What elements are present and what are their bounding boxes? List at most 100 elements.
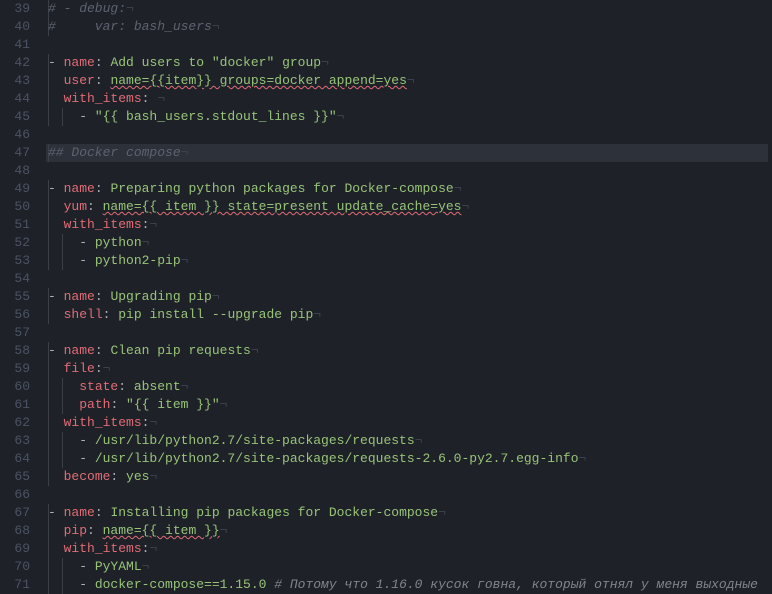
code-line[interactable]: with_items:¬ <box>46 414 768 432</box>
code-token: : <box>110 469 126 484</box>
code-token: name <box>64 343 95 358</box>
code-token: /usr/lib/python2.7/site-packages/request… <box>95 451 579 466</box>
line-number: 43 <box>6 72 30 90</box>
code-token: : <box>95 55 111 70</box>
code-line[interactable]: file:¬ <box>46 360 768 378</box>
code-token: : <box>87 523 103 538</box>
line-number: 58 <box>6 342 30 360</box>
code-token: shell <box>64 307 103 322</box>
code-token: - <box>48 235 95 250</box>
code-token: python2-pip <box>95 253 181 268</box>
code-line[interactable]: - python¬ <box>46 234 768 252</box>
code-token: ¬ <box>251 343 259 358</box>
code-line[interactable]: ## Docker compose¬ <box>46 144 768 162</box>
code-token: ¬ <box>313 307 321 322</box>
code-token: : <box>118 379 134 394</box>
code-line[interactable]: - name: Installing pip packages for Dock… <box>46 504 768 522</box>
code-line[interactable]: - name: Add users to "docker" group¬ <box>46 54 768 72</box>
code-token: with_items <box>64 415 142 430</box>
code-token <box>48 91 64 106</box>
code-token: - <box>48 451 95 466</box>
code-line[interactable]: - name: Preparing python packages for Do… <box>46 180 768 198</box>
line-number: 57 <box>6 324 30 342</box>
line-number: 67 <box>6 504 30 522</box>
code-line[interactable] <box>46 324 768 342</box>
code-line[interactable]: with_items:¬ <box>46 216 768 234</box>
code-token: - <box>48 559 95 574</box>
code-token: name={{ item }} <box>103 523 220 538</box>
line-number: 51 <box>6 216 30 234</box>
code-token: ¬ <box>212 289 220 304</box>
code-line[interactable]: state: absent¬ <box>46 378 768 396</box>
code-line[interactable]: - /usr/lib/python2.7/site-packages/reque… <box>46 432 768 450</box>
code-token: Clean pip requests <box>110 343 250 358</box>
line-number: 48 <box>6 162 30 180</box>
code-line[interactable] <box>46 270 768 288</box>
code-token: ¬ <box>579 451 587 466</box>
code-token: ¬ <box>181 145 189 160</box>
code-line[interactable] <box>46 486 768 504</box>
code-line[interactable]: - docker-compose==1.15.0 # Потому что 1.… <box>46 576 768 594</box>
code-line[interactable]: - "{{ bash_users.stdout_lines }}"¬ <box>46 108 768 126</box>
code-token: name <box>64 181 95 196</box>
code-token: yum <box>64 199 87 214</box>
code-token: : <box>103 307 119 322</box>
code-token: ¬ <box>438 505 446 520</box>
code-line[interactable] <box>46 36 768 54</box>
line-number: 56 <box>6 306 30 324</box>
code-token: # Потому что 1.16.0 кусок говна, который… <box>274 577 758 592</box>
line-number: 62 <box>6 414 30 432</box>
code-line[interactable] <box>46 162 768 180</box>
code-token: : <box>95 343 111 358</box>
code-token: ¬ <box>454 181 462 196</box>
line-number: 50 <box>6 198 30 216</box>
code-token: ¬ <box>337 109 345 124</box>
code-token: "{{ item }}" <box>126 397 220 412</box>
code-token <box>48 217 64 232</box>
code-editor-area[interactable]: # - debug:¬# var: bash_users¬ - name: Add… <box>42 0 772 594</box>
line-number: 41 <box>6 36 30 54</box>
code-line[interactable]: pip: name={{ item }}¬ <box>46 522 768 540</box>
code-token <box>48 73 64 88</box>
code-line[interactable]: user: name={{item}} groups=docker append… <box>46 72 768 90</box>
code-token: ¬ <box>126 1 134 16</box>
line-number: 45 <box>6 108 30 126</box>
line-number: 63 <box>6 432 30 450</box>
code-token: path <box>79 397 110 412</box>
code-line[interactable]: - PyYAML¬ <box>46 558 768 576</box>
line-number-gutter: 3940414243444546474849505152535455565758… <box>0 0 42 594</box>
code-line[interactable]: # - debug:¬ <box>46 0 768 18</box>
code-token: - <box>48 253 95 268</box>
line-number: 59 <box>6 360 30 378</box>
code-line[interactable]: - name: Clean pip requests¬ <box>46 342 768 360</box>
code-token: name <box>64 505 95 520</box>
code-line[interactable]: shell: pip install --upgrade pip¬ <box>46 306 768 324</box>
code-line[interactable]: path: "{{ item }}"¬ <box>46 396 768 414</box>
code-line[interactable]: become: yes¬ <box>46 468 768 486</box>
code-token: - <box>48 109 95 124</box>
code-line[interactable]: - name: Upgrading pip¬ <box>46 288 768 306</box>
code-token <box>48 469 64 484</box>
code-token: become <box>64 469 111 484</box>
code-token: - <box>48 577 95 592</box>
code-token: absent <box>134 379 181 394</box>
code-line[interactable]: - python2-pip¬ <box>46 252 768 270</box>
code-token: : <box>87 199 103 214</box>
code-line[interactable]: with_items: ¬ <box>46 90 768 108</box>
line-number: 46 <box>6 126 30 144</box>
code-token: - <box>48 55 64 70</box>
code-token: ¬ <box>461 199 469 214</box>
code-token: Installing pip packages for Docker-compo… <box>110 505 438 520</box>
code-line[interactable]: # var: bash_users¬ <box>46 18 768 36</box>
code-token: ¬ <box>212 19 220 34</box>
code-token: : <box>95 181 111 196</box>
code-line[interactable]: with_items:¬ <box>46 540 768 558</box>
code-line[interactable] <box>46 126 768 144</box>
code-token: ¬ <box>415 433 423 448</box>
code-token: Add users to "docker" group <box>110 55 321 70</box>
code-token: ¬ <box>157 91 165 106</box>
code-token: ¬ <box>220 523 228 538</box>
code-line[interactable]: - /usr/lib/python2.7/site-packages/reque… <box>46 450 768 468</box>
code-token: ¬ <box>407 73 415 88</box>
code-line[interactable]: yum: name={{ item }} state=present updat… <box>46 198 768 216</box>
